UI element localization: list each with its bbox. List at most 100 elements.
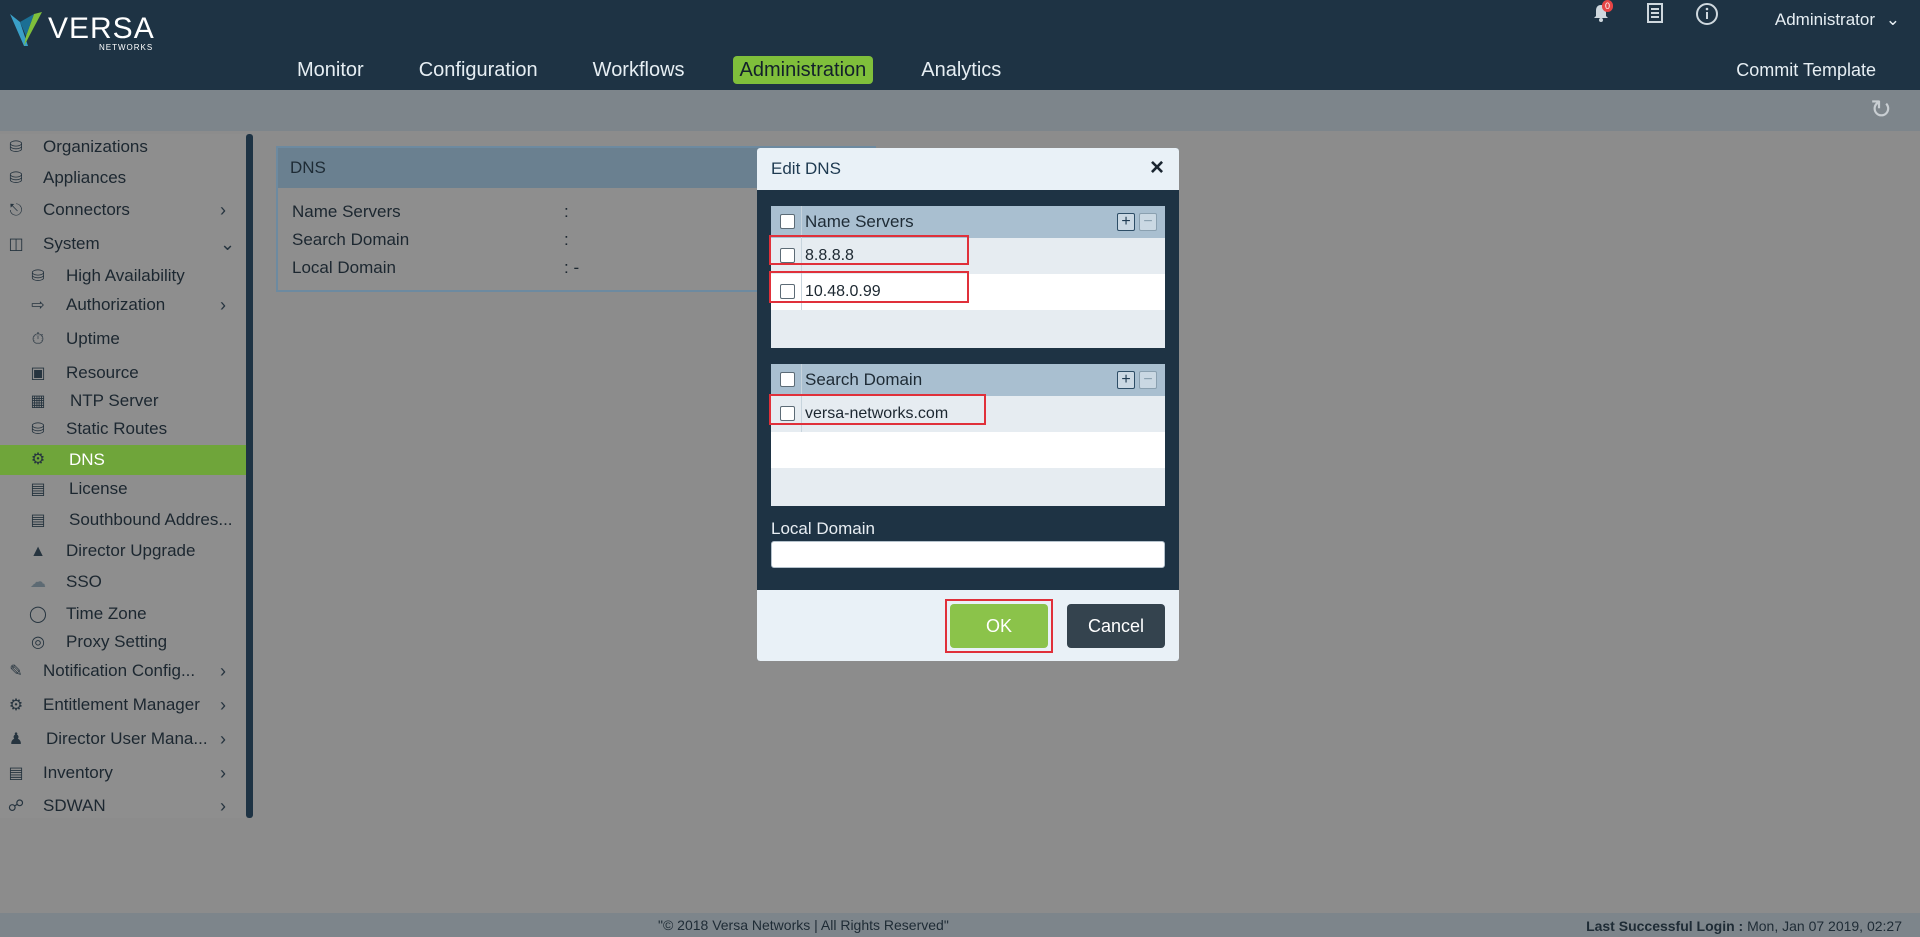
highlight-box <box>769 271 969 303</box>
footer: "© 2018 Versa Networks | All Rights Rese… <box>0 913 1920 937</box>
sidebar-item-time-zone[interactable]: ◯ Time Zone <box>0 601 246 629</box>
highlight-box <box>769 235 969 265</box>
sidebar-item-label: DNS <box>69 450 105 469</box>
sidebar-item-label: Resource <box>66 363 139 382</box>
clock-icon: ⏱ <box>31 331 45 348</box>
sidebar-item-entitlement-manager[interactable]: ⚙ Entitlement Manager › <box>0 692 246 720</box>
sidebar-item-ntp-server[interactable]: ▦ NTP Server <box>0 388 246 416</box>
proxy-icon: ◎ <box>31 634 45 651</box>
copyright: "© 2018 Versa Networks | All Rights Rese… <box>658 917 949 933</box>
sidebar-item-director-upgrade[interactable]: ▲ Director Upgrade <box>0 538 246 566</box>
address-icon: ▤ <box>30 512 46 529</box>
sidebar-item-organizations[interactable]: ⛁ Organizations <box>0 134 246 162</box>
sidebar-item-label: Notification Config... <box>43 661 196 680</box>
report-icon[interactable] <box>1642 2 1668 28</box>
chevron-down-icon: ⌄ <box>1885 10 1900 29</box>
versa-logo[interactable]: VERSA NETWORKS <box>6 8 156 52</box>
chevron-right-icon: › <box>220 729 226 749</box>
chevron-right-icon: › <box>220 695 226 715</box>
commit-template-link[interactable]: Commit Template <box>1736 60 1876 81</box>
remove-icon[interactable]: − <box>1139 371 1157 389</box>
chevron-right-icon: › <box>220 763 226 783</box>
sidebar-item-label: High Availability <box>66 266 185 285</box>
nav-monitor[interactable]: Monitor <box>290 56 371 84</box>
sidebar-item-notification-config[interactable]: ✎ Notification Config... › <box>0 658 246 686</box>
sidebar-item-label: Southbound Addres... <box>69 510 233 529</box>
sidebar-item-label: Director Upgrade <box>66 541 196 560</box>
dns-value-name-servers: : <box>564 202 569 221</box>
sdwan-icon: ☍ <box>7 798 25 815</box>
edit-dns-modal: Edit DNS × Name Servers + − 8.8.8.8 10.4… <box>757 148 1179 661</box>
bell-icon[interactable]: 0 <box>1588 0 1614 28</box>
sidebar-item-appliances[interactable]: ⛁ Appliances <box>0 165 246 193</box>
sidebar-item-director-user-management[interactable]: ♟ Director User Mana... › <box>0 726 246 754</box>
globe-icon: ◯ <box>29 606 47 623</box>
ok-button[interactable]: OK <box>950 604 1048 648</box>
sidebar-item-uptime[interactable]: ⏱ Uptime <box>0 326 246 354</box>
sidebar-item-label: Static Routes <box>66 419 168 438</box>
chevron-right-icon: › <box>220 200 226 220</box>
nav-workflows[interactable]: Workflows <box>586 56 692 84</box>
brand-name: VERSA <box>48 12 155 45</box>
add-icon[interactable]: + <box>1117 371 1135 389</box>
sidebar-item-southbound-address[interactable]: ▤ Southbound Addres... <box>0 507 246 535</box>
dns-icon: ⚙ <box>30 451 46 468</box>
sidebar-item-authorization[interactable]: ⇨ Authorization › <box>0 292 246 320</box>
sidebar-item-resource[interactable]: ▣ Resource <box>0 360 246 388</box>
sidebar-item-sdwan[interactable]: ☍ SDWAN › <box>0 793 246 821</box>
sidebar-scrollbar[interactable] <box>246 134 253 818</box>
appliances-icon: ⛁ <box>9 170 23 187</box>
login-icon: ⇨ <box>31 297 45 314</box>
secondary-bar <box>0 90 1920 131</box>
sidebar-item-proxy-setting[interactable]: ◎ Proxy Setting <box>0 629 246 657</box>
sso-icon: ☁ <box>30 574 46 591</box>
dns-label-search-domain: Search Domain <box>292 230 410 249</box>
search-domain-header: Search Domain + − <box>771 364 1165 396</box>
sidebar-item-inventory[interactable]: ▤ Inventory › <box>0 760 246 788</box>
sidebar-item-connectors[interactable]: ⎋ Connectors › <box>0 197 246 225</box>
sidebar-item-label: Appliances <box>43 168 127 187</box>
cancel-button[interactable]: Cancel <box>1067 604 1165 648</box>
sidebar-item-dns[interactable]: ⚙ DNS <box>0 445 246 475</box>
info-glyph-icon <box>1696 3 1718 25</box>
chevron-right-icon: › <box>220 295 226 315</box>
nav-analytics[interactable]: Analytics <box>914 56 1008 84</box>
close-icon[interactable]: × <box>1147 156 1167 180</box>
chevron-down-icon: ⌄ <box>220 234 236 254</box>
sidebar-item-sso[interactable]: ☁ SSO <box>0 569 246 597</box>
select-all-checkbox[interactable] <box>780 214 795 229</box>
ha-icon: ⛁ <box>31 268 45 285</box>
dns-value-search-domain: : <box>564 230 569 249</box>
search-domain-column-label: Search Domain <box>805 370 923 389</box>
sidebar-item-license[interactable]: ▤ License <box>0 476 246 504</box>
user-name: Administrator <box>1774 10 1876 29</box>
info-icon[interactable] <box>1694 2 1720 28</box>
empty-row <box>771 432 1165 468</box>
sidebar-item-label: License <box>69 479 128 498</box>
sidebar: ⛁ Organizations ⛁ Appliances ⎋ Connector… <box>0 134 246 818</box>
remove-icon[interactable]: − <box>1139 213 1157 231</box>
nav-administration[interactable]: Administration <box>732 56 874 84</box>
nav-configuration[interactable]: Configuration <box>412 56 545 84</box>
sidebar-item-label: SDWAN <box>43 796 106 815</box>
highlight-box <box>769 394 986 425</box>
sidebar-item-static-routes[interactable]: ⛁ Static Routes <box>0 416 246 444</box>
last-login-value: Mon, Jan 07 2019, 02:27 <box>1747 918 1902 934</box>
search-domain-table: Search Domain + − versa-networks.com <box>771 364 1165 506</box>
select-all-checkbox[interactable] <box>780 372 795 387</box>
refresh-icon[interactable]: ↻ <box>1868 96 1894 122</box>
notification-config-icon: ✎ <box>9 663 23 680</box>
report-glyph-icon <box>1647 3 1663 23</box>
versa-logo-icon <box>10 12 42 46</box>
column-divider <box>801 206 802 238</box>
plug-icon: ⎋ <box>9 202 23 219</box>
sidebar-item-system[interactable]: ◫ System ⌄ <box>0 231 246 259</box>
add-icon[interactable]: + <box>1117 213 1135 231</box>
sidebar-item-label: Connectors <box>43 200 130 219</box>
local-domain-input[interactable] <box>771 541 1165 568</box>
empty-row <box>771 310 1165 348</box>
sidebar-item-high-availability[interactable]: ⛁ High Availability <box>0 263 246 291</box>
user-menu[interactable]: Administrator ⌄ <box>1775 10 1900 30</box>
local-domain-label: Local Domain <box>771 519 875 538</box>
last-login-label: Last Successful Login : <box>1586 918 1744 934</box>
